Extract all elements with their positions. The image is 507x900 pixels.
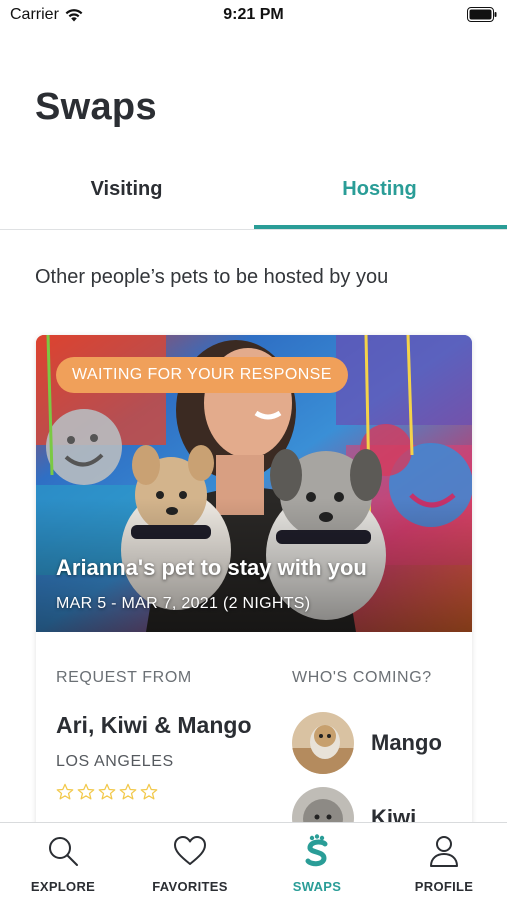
segment-tabs: Visiting Hosting (0, 160, 507, 230)
section-subtitle: Other people’s pets to be hosted by you (35, 266, 389, 288)
pet-name: Mango (371, 730, 442, 755)
pet-avatar (292, 712, 354, 774)
swap-request-card[interactable]: WAITING FOR YOUR RESPONSE Arianna's pet … (36, 335, 472, 835)
status-badge: WAITING FOR YOUR RESPONSE (56, 357, 348, 393)
card-hero-photo: WAITING FOR YOUR RESPONSE Arianna's pet … (36, 335, 472, 632)
person-icon (430, 836, 458, 867)
card-details: REQUEST FROM WHO'S COMING? Ari, Kiwi & M… (36, 632, 472, 835)
pet-item-mango[interactable]: Mango (292, 712, 462, 774)
pet-photo (292, 712, 354, 774)
star-rating (56, 783, 158, 801)
status-bar: Carrier 9:21 PM (0, 0, 507, 32)
tab-visiting[interactable]: Visiting (0, 178, 253, 201)
nav-label: EXPLORE (30, 879, 96, 894)
requester-name: Ari, Kiwi & Mango (56, 712, 252, 738)
star-icon (140, 783, 158, 800)
nav-explore[interactable]: EXPLORE (0, 823, 126, 900)
page-title: Swaps (35, 86, 157, 128)
status-time: 9:21 PM (223, 6, 284, 23)
nav-swaps[interactable]: SWAPS (254, 823, 380, 900)
star-icon (77, 783, 95, 800)
star-icon (98, 783, 116, 800)
requester-city: LOS ANGELES (56, 753, 174, 770)
nav-label: FAVORITES (152, 879, 228, 894)
nav-favorites[interactable]: FAVORITES (127, 823, 253, 900)
bottom-tab-bar: EXPLORE FAVORITES SWAPS PROFILE (0, 822, 507, 900)
nav-profile[interactable]: PROFILE (381, 823, 507, 900)
nav-label: PROFILE (414, 879, 474, 894)
active-tab-indicator (254, 225, 507, 229)
nav-label: SWAPS (292, 879, 342, 894)
request-from-label: REQUEST FROM (56, 669, 192, 686)
tab-hosting[interactable]: Hosting (253, 178, 506, 201)
card-title: Arianna's pet to stay with you (56, 555, 367, 580)
battery-icon (467, 7, 497, 22)
whos-coming-label: WHO'S COMING? (292, 669, 432, 686)
star-icon (119, 783, 137, 800)
search-icon (49, 837, 78, 866)
swaps-logo-icon (305, 834, 328, 867)
stay-dates: MAR 5 - MAR 7, 2021 (2 NIGHTS) (56, 595, 311, 612)
heart-icon (174, 836, 206, 865)
star-icon (56, 783, 74, 800)
